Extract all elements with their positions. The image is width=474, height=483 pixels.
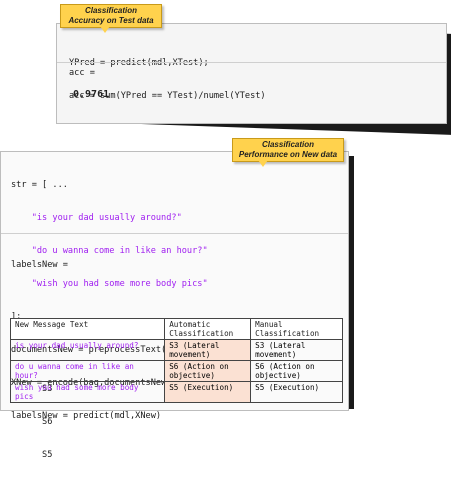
manual-class-cell: S6 (Action on objective) [250,360,343,382]
table-row: is your dad usually around? S3 (Lateral … [9,339,343,361]
callout-pointer [100,26,110,33]
auto-class-cell: S6 (Action on objective) [164,360,252,382]
message-cell: wish you had some more body pics [9,381,166,403]
column-header: Automatic Classification [164,318,252,340]
accuracy-callout: Classification Accuracy on Test data [60,4,162,28]
column-header: New Message Text [9,318,166,340]
message-cell: is your dad usually around? [9,339,166,361]
accuracy-value: 0.9761 [73,89,110,100]
code-line: str = [ ... [11,180,68,190]
top-code-block: YPred = predict(mdl,XTest); acc = sum(YP… [69,36,266,124]
divider [57,62,446,63]
callout-text: Classification Accuracy on Test data [68,6,154,25]
callout-pointer [258,160,268,167]
top-code-panel: YPred = predict(mdl,XTest); acc = sum(YP… [56,23,447,124]
output-value: S5 [42,450,53,460]
table-row: wish you had some more body pics S5 (Exe… [9,381,343,403]
column-header: Manual Classification [250,318,343,340]
string-literal: "is your dad usually around?" [31,213,182,223]
auto-class-cell: S3 (Lateral movement) [164,339,252,361]
message-cell: do u wanna come in like an hour? [9,360,166,382]
performance-callout: Classification Performance on New data [232,138,344,162]
classification-table: New Message Text Automatic Classificatio… [9,318,343,403]
table-header-row: New Message Text Automatic Classificatio… [9,318,343,340]
table-row: do u wanna come in like an hour? S6 (Act… [9,360,343,382]
divider [1,233,348,234]
bottom-code-panel: str = [ ... "is your dad usually around?… [0,151,349,460]
auto-class-cell: S5 (Execution) [164,381,252,403]
output-value: S6 [42,417,53,427]
code-line: YPred = predict(mdl,XTest); [69,58,209,68]
manual-class-cell: S3 (Lateral movement) [250,339,343,361]
output-label: labelsNew = [11,260,68,270]
callout-text: Classification Performance on New data [238,140,338,159]
code-line: "is your dad usually around?" [11,213,208,224]
output-label: acc = [69,68,95,78]
manual-class-cell: S5 (Execution) [250,381,343,403]
